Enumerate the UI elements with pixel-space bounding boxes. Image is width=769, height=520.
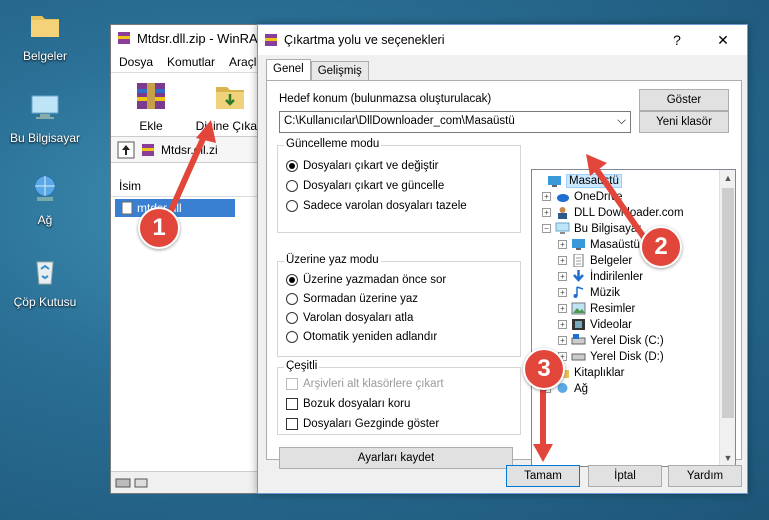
step-badge-1: 1 bbox=[138, 207, 180, 249]
step-badge-3: 3 bbox=[523, 348, 565, 390]
arrow-3 bbox=[533, 388, 553, 462]
arrow-2 bbox=[586, 154, 653, 248]
step-badge-2: 2 bbox=[640, 226, 682, 268]
arrow-1 bbox=[163, 120, 216, 224]
